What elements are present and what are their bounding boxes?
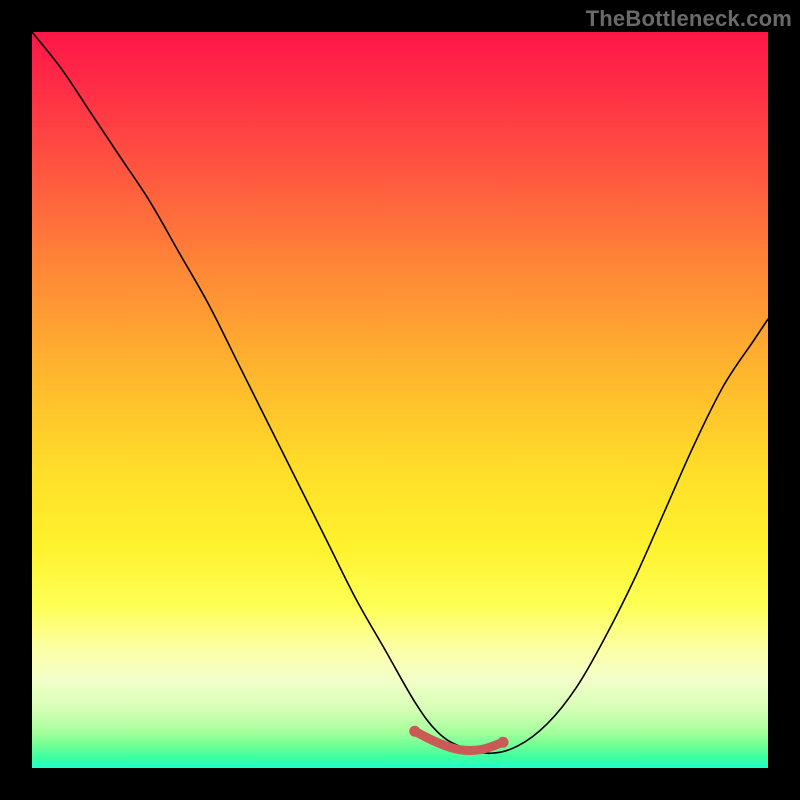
watermark-text: TheBottleneck.com bbox=[586, 6, 792, 32]
chart-overlay-svg bbox=[32, 32, 768, 768]
chart-frame: TheBottleneck.com bbox=[0, 0, 800, 800]
plot-area bbox=[32, 32, 768, 768]
optimal-endpoint-right bbox=[498, 737, 509, 748]
bottleneck-curve bbox=[32, 32, 768, 753]
optimal-region-highlight bbox=[415, 731, 503, 750]
optimal-endpoint-left bbox=[409, 726, 420, 737]
